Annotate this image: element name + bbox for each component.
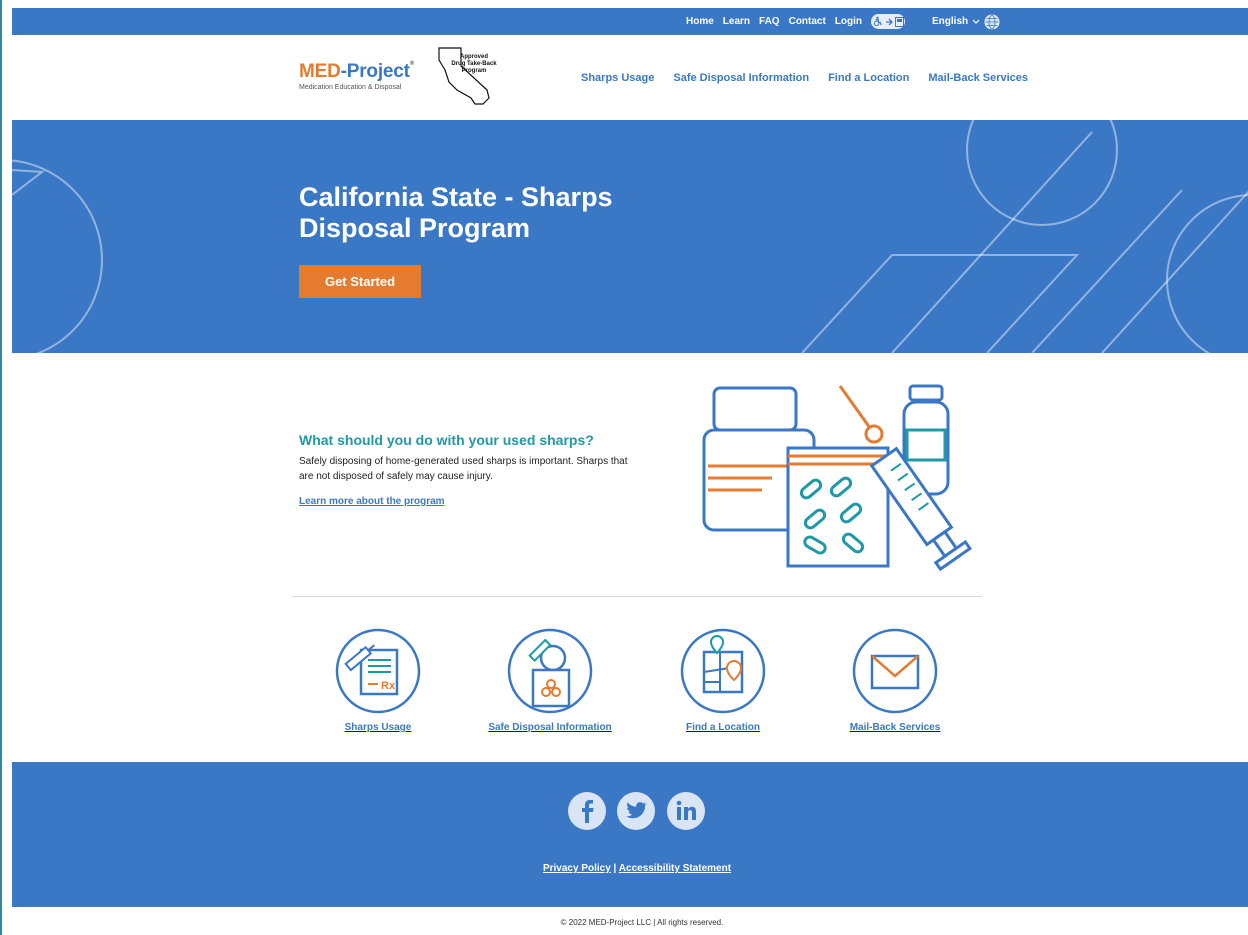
- utility-link-home[interactable]: Home: [686, 16, 714, 27]
- feature-safe-disposal-information[interactable]: Safe Disposal Information: [470, 628, 630, 733]
- utility-link-login[interactable]: Login: [835, 16, 862, 27]
- top-utility-bar: Home Learn FAQ Contact Login English: [12, 8, 1248, 35]
- med-project-logo[interactable]: MED-Project® Medication Education & Disp…: [299, 61, 414, 91]
- globe-icon: [984, 14, 1000, 29]
- hero-title: California State - Sharps Disposal Progr…: [299, 182, 613, 243]
- copyright-text: © 2022 MED-Project LLC | All rights rese…: [560, 918, 724, 927]
- feature-label-sharps-usage: Sharps Usage: [344, 722, 412, 733]
- logo-title-med: MED: [299, 61, 341, 82]
- nav-safe-disposal-information[interactable]: Safe Disposal Information: [673, 72, 809, 84]
- logo-subtitle: Medication Education & Disposal: [299, 84, 402, 91]
- badge-line-2: Drug Take-Back: [451, 61, 497, 67]
- footer-separator: |: [613, 863, 617, 874]
- accessibility-statement-link[interactable]: Accessibility Statement: [619, 863, 731, 874]
- arrow-right-icon: [886, 18, 893, 25]
- language-selector[interactable]: English: [932, 8, 1000, 35]
- logo-title-project: -Project: [340, 61, 410, 82]
- feature-label-mail-back-services: Mail-Back Services: [849, 722, 941, 733]
- twitter-icon[interactable]: [617, 792, 655, 830]
- utility-link-learn[interactable]: Learn: [723, 16, 750, 27]
- envelope-icon: [852, 628, 938, 714]
- chevron-down-icon: [972, 19, 980, 24]
- footer-links: Privacy Policy | Accessibility Statement: [12, 863, 1248, 874]
- utility-nav: Home Learn FAQ Contact Login: [686, 8, 906, 35]
- wheelchair-icon: [873, 16, 882, 27]
- monitor-icon: [895, 16, 905, 27]
- hero-banner: California State - Sharps Disposal Progr…: [12, 120, 1248, 353]
- accessibility-toggle-icon[interactable]: [871, 14, 906, 29]
- privacy-policy-link[interactable]: Privacy Policy: [543, 863, 611, 874]
- feature-label-find-a-location: Find a Location: [686, 722, 760, 733]
- prescription-syringe-icon: Rx: [335, 628, 421, 714]
- biohazard-container-icon: [507, 628, 593, 714]
- badge-line-1: Approved: [459, 54, 488, 60]
- site-footer: Privacy Policy | Accessibility Statement: [12, 762, 1248, 907]
- get-started-button[interactable]: Get Started: [299, 265, 421, 298]
- linkedin-icon[interactable]: [667, 792, 705, 830]
- svg-text:Rx: Rx: [381, 680, 396, 692]
- language-label: English: [932, 16, 969, 27]
- feature-find-a-location[interactable]: Find a Location: [643, 628, 803, 733]
- learn-more-link[interactable]: Learn more about the program: [299, 496, 445, 507]
- nav-sharps-usage[interactable]: Sharps Usage: [581, 72, 654, 84]
- map-pin-icon: [680, 628, 766, 714]
- page-frame: Home Learn FAQ Contact Login English MED…: [0, 0, 1248, 935]
- section-divider: [292, 596, 982, 597]
- main-nav: Sharps Usage Safe Disposal Information F…: [581, 35, 1028, 120]
- badge-line-3: Program: [461, 68, 487, 74]
- approved-program-badge: Approved Drug Take-Back Program: [449, 54, 499, 75]
- facebook-icon[interactable]: [568, 792, 606, 830]
- feature-sharps-usage[interactable]: Rx Sharps Usage: [298, 628, 458, 733]
- logo-registered-mark: ®: [409, 61, 414, 67]
- site-header: MED-Project® Medication Education & Disp…: [12, 35, 1248, 120]
- utility-link-contact[interactable]: Contact: [789, 16, 826, 27]
- feature-mail-back-services[interactable]: Mail-Back Services: [815, 628, 975, 733]
- utility-link-faq[interactable]: FAQ: [759, 16, 780, 27]
- feature-label-safe-disposal-information: Safe Disposal Information: [488, 722, 612, 733]
- info-heading: What should you do with your used sharps…: [299, 432, 594, 448]
- medication-sharps-illustration: [702, 384, 973, 572]
- nav-find-a-location[interactable]: Find a Location: [828, 72, 909, 84]
- info-description: Safely disposing of home-generated used …: [299, 456, 628, 482]
- nav-mail-back-services[interactable]: Mail-Back Services: [928, 72, 1028, 84]
